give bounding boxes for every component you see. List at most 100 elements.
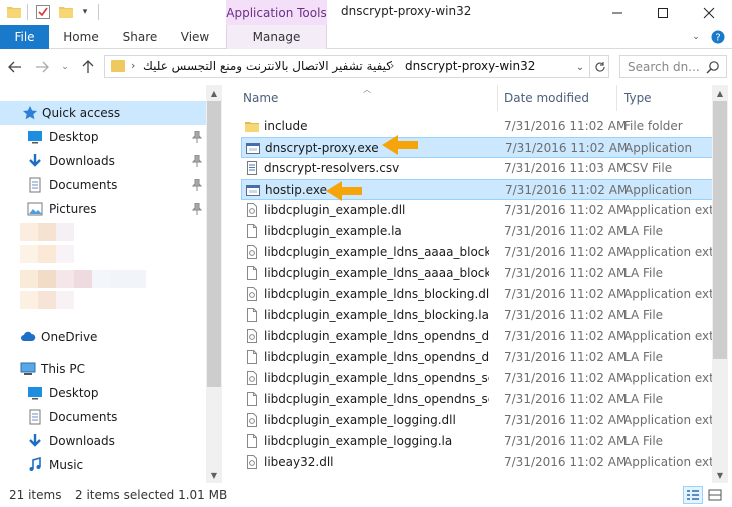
folder-icon [245,119,259,134]
annotation-arrow-icon [382,135,418,155]
breadcrumb-parent[interactable]: كيفية تشفير الاتصال بالانترنت ومنع التجس… [143,59,392,73]
file-row[interactable]: libeay32.dll 7/31/2016 11:02 AM Applicatio… [241,452,716,473]
nav-label: Documents [49,410,118,424]
dll-icon [245,329,259,344]
file-row[interactable]: hostip.exe 7/31/2016 11:02 AM Application [241,179,713,200]
file-type: Application [625,183,693,197]
file-type: LA File [624,350,664,364]
nav-onedrive[interactable]: OneDrive [0,325,206,349]
file-date: 7/31/2016 11:03 AM [504,161,627,175]
file-row[interactable]: libdcplugin_example_ldns_blocking.la 7/31… [241,305,713,326]
nav-pc-desktop[interactable]: Desktop [0,381,206,405]
column-header-date[interactable]: Date modified [504,85,614,111]
scroll-up-icon[interactable]: ▲ [712,85,728,101]
context-tab-label: Application Tools [226,0,327,25]
file-type: Application exten [624,455,716,469]
nav-label: OneDrive [41,330,98,344]
nav-scrollbar[interactable]: ▲ ▼ [206,85,222,483]
back-button[interactable] [6,58,24,76]
file-row[interactable]: libdcplugin_example.dll 7/31/2016 11:02 A… [241,200,716,221]
file-row[interactable]: libdcplugin_example_ldns_aaaa_blocking..… [241,263,713,284]
file-name: include [264,119,308,133]
expand-ribbon-icon[interactable]: ⌄ [689,29,703,45]
nav-downloads[interactable]: Downloads [0,149,206,173]
computer-icon [20,362,36,375]
chevron-down-icon[interactable]: ⌄ [573,59,587,75]
file-row[interactable]: libdcplugin_example.la 7/31/2016 11:02 AM… [241,221,713,242]
scrollbar-thumb[interactable] [207,101,221,387]
tab-home[interactable]: Home [57,25,105,49]
file-row[interactable]: libdcplugin_example_ldns_opendns_set_...… [241,389,713,410]
refresh-icon [594,61,605,72]
file-row[interactable]: dnscrypt-proxy.exe 7/31/2016 11:02 AM Appl… [241,137,713,158]
properties-icon[interactable] [35,3,51,21]
file-list-scrollbar[interactable]: ▲ ▼ [712,85,728,483]
file-row[interactable]: libdcplugin_example_logging.dll 7/31/2016… [241,410,716,431]
scroll-down-icon[interactable]: ▼ [712,467,728,483]
file-row[interactable]: libdcplugin_example_ldns_opendns_devi...… [241,347,713,368]
ribbon-tabs: File Home Share View Manage ⌄ ? [0,25,732,49]
file-row[interactable]: libdcplugin_example_logging.la 7/31/2016 … [241,431,713,452]
maximize-button[interactable] [640,0,686,25]
column-divider[interactable] [497,85,498,111]
file-row[interactable]: libdcplugin_example_ldns_blocking.dll 7/3… [241,284,716,305]
exe-icon [246,183,260,198]
file-row[interactable]: dnscrypt-resolvers.csv 7/31/2016 11:03 AM… [241,158,713,179]
dll-icon [245,371,259,386]
documents-icon [29,409,41,425]
navigation-bar: ⌄ › كيفية تشفير الاتصال بالانترنت ومنع ا… [0,49,732,85]
pictures-icon [27,202,43,216]
breadcrumb-current[interactable]: dnscrypt-proxy-win32 [405,59,535,73]
file-name: libdcplugin_example_ldns_aaaa_blocking..… [264,245,489,259]
search-box[interactable]: Search dn... [619,55,727,78]
tab-manage[interactable]: Manage [226,25,327,49]
search-icon[interactable] [706,60,720,74]
up-button[interactable] [79,58,97,76]
file-row[interactable]: libdcplugin_example_ldns_aaaa_blocking..… [241,242,716,263]
scroll-down-icon[interactable]: ▼ [206,467,222,483]
new-folder-icon[interactable] [58,3,74,21]
qa-divider [27,4,28,20]
desktop-icon [28,387,42,400]
nav-label: Music [49,458,84,472]
column-divider[interactable] [616,85,617,111]
file-name: libdcplugin_example_ldns_opendns_set_... [264,371,489,385]
file-type: CSV File [624,161,673,175]
column-header-type[interactable]: Type [624,85,704,111]
nav-pc-documents[interactable]: Documents [0,405,206,429]
recent-locations-icon[interactable]: ⌄ [59,58,71,76]
file-date: 7/31/2016 11:02 AM [504,224,627,238]
nav-pc-music[interactable]: Music [0,453,206,477]
nav-pc-downloads[interactable]: Downloads [0,429,206,453]
forward-button[interactable] [33,58,51,76]
tab-file[interactable]: File [0,25,49,49]
scroll-up-icon[interactable]: ▲ [206,85,222,101]
tab-share[interactable]: Share [117,25,163,49]
help-icon[interactable]: ? [710,29,726,45]
nav-documents[interactable]: Documents [0,173,206,197]
column-header-name[interactable]: Name [243,85,495,111]
close-button[interactable] [686,0,732,25]
navigation-pane: Quick access Desktop Downloads Documents… [0,85,222,483]
file-row[interactable]: libdcplugin_example_ldns_opendns_set_...… [241,368,716,389]
nav-quick-access[interactable]: Quick access [0,101,206,125]
chevron-right-icon[interactable]: › [390,59,394,72]
tab-view[interactable]: View [174,25,216,49]
chevron-right-icon[interactable]: › [131,59,135,72]
minimize-button[interactable] [594,0,640,25]
folder-icon[interactable] [6,3,22,21]
file-row[interactable]: libdcplugin_example_ldns_opendns_devi...… [241,326,716,347]
nav-desktop[interactable]: Desktop [0,125,206,149]
scrollbar-thumb[interactable] [713,101,727,359]
nav-this-pc[interactable]: This PC [0,357,206,381]
large-icons-view-button[interactable] [705,486,725,504]
file-date: 7/31/2016 11:02 AM [504,350,627,364]
customize-toolbar-icon[interactable]: ▾ [78,3,92,21]
file-name: libdcplugin_example_ldns_opendns_devi... [264,350,489,364]
file-icon [245,434,259,449]
address-bar[interactable]: › كيفية تشفير الاتصال بالانترنت ومنع الت… [104,55,609,78]
refresh-button[interactable] [589,56,609,77]
nav-pictures[interactable]: Pictures [0,197,206,221]
file-row[interactable]: include 7/31/2016 11:02 AM File folder [241,116,713,137]
details-view-button[interactable] [683,486,703,504]
